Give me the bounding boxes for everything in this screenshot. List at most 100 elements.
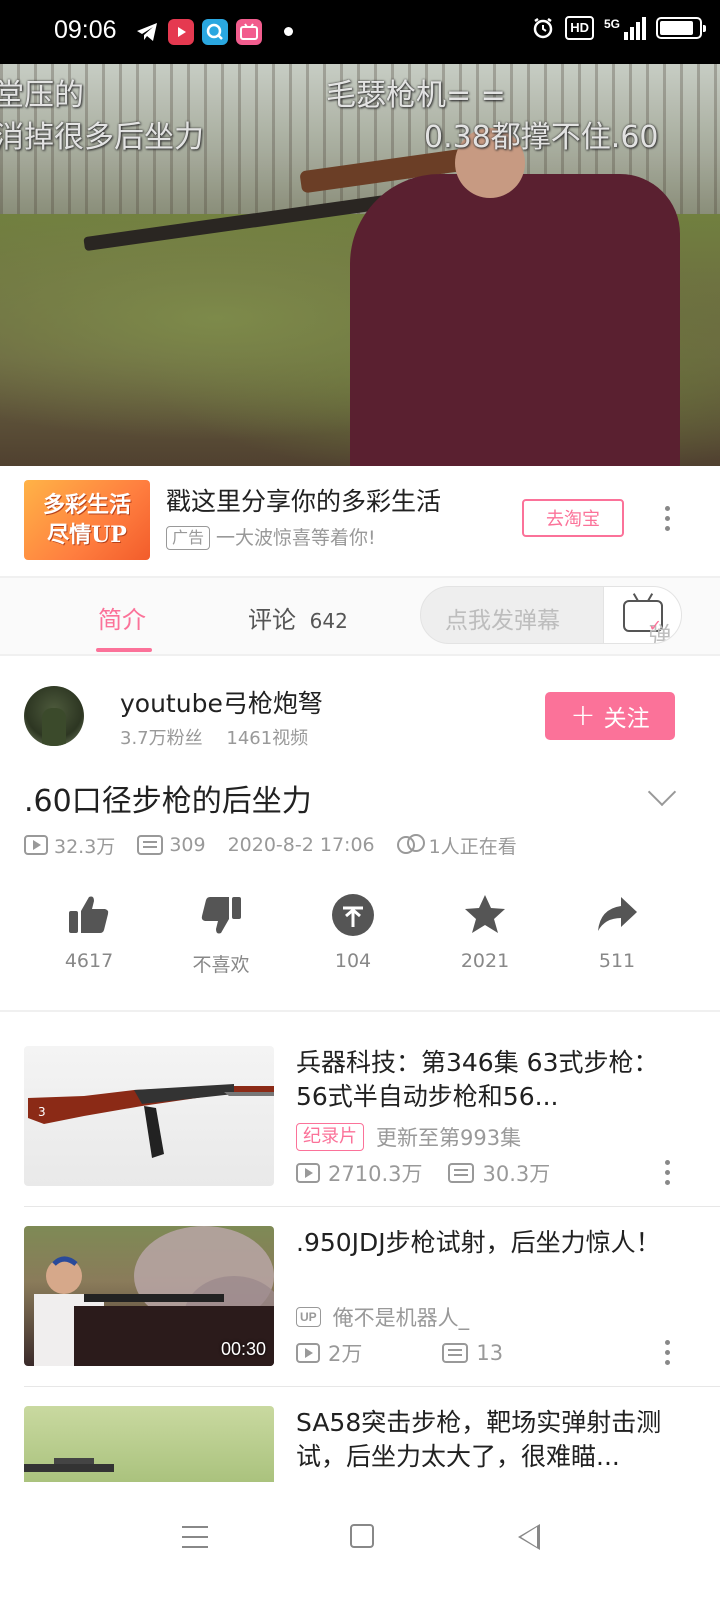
- share-count: 511: [598, 950, 636, 972]
- ad-taobao-button[interactable]: 去淘宝: [522, 499, 624, 537]
- rifle-field-image: [24, 1458, 114, 1472]
- tab-active-indicator: [96, 648, 152, 652]
- meta-date: 2020-8-2 17:06: [228, 834, 375, 856]
- like-button[interactable]: 4617: [24, 890, 154, 972]
- danmaku-text: 0.38都撑不住.60: [424, 120, 659, 155]
- tab-bar: 简介 评论 642 点我发弹幕 弹 ✓: [0, 578, 720, 654]
- recommend-views: 2710.3万: [296, 1158, 422, 1188]
- back-icon[interactable]: [518, 1524, 540, 1550]
- dislike-button[interactable]: 不喜欢: [156, 890, 286, 977]
- coin-icon: [331, 890, 375, 940]
- thumbs-up-icon: [67, 890, 111, 940]
- alarm-icon: [533, 17, 553, 39]
- up-badge: UP: [296, 1307, 321, 1327]
- danmaku-input-placeholder: 点我发弹幕: [445, 608, 560, 634]
- home-icon[interactable]: [350, 1524, 374, 1548]
- divider: [0, 1010, 720, 1012]
- share-icon: [595, 890, 639, 940]
- recommend-thumbnail[interactable]: 00:30: [24, 1226, 274, 1366]
- danmaku-count: 30.3万: [482, 1162, 551, 1186]
- recommend-item[interactable]: 3 兵器科技：第346集 63式步枪：56式半自动步枪和56... 纪录片 更新…: [0, 1046, 720, 1226]
- views-count: 2710.3万: [328, 1162, 423, 1186]
- recommend-title[interactable]: 兵器科技：第346集 63式步枪：56式半自动步枪和56...: [296, 1046, 686, 1114]
- follow-button[interactable]: + 关注: [545, 692, 675, 740]
- divider: [24, 1206, 720, 1207]
- favorite-count: 2021: [460, 950, 510, 972]
- tab-comments[interactable]: 评论 642: [248, 600, 348, 635]
- divider: [0, 654, 720, 656]
- danmaku-input[interactable]: 点我发弹幕 弹 ✓: [420, 586, 682, 644]
- ad-subtitle: 一大波惊喜等着你!: [216, 527, 376, 549]
- meta-watching: 1人正在看: [396, 832, 517, 859]
- favorite-button[interactable]: 2021: [420, 890, 550, 972]
- like-count: 4617: [64, 950, 114, 972]
- star-icon: [463, 890, 507, 940]
- battery-icon: [656, 17, 706, 39]
- play-count-icon: [24, 835, 48, 855]
- recommend-danmaku: 30.3万: [448, 1158, 550, 1188]
- coin-button[interactable]: 104: [288, 890, 418, 972]
- system-nav-bar: [0, 1482, 720, 1600]
- bilibili-search-icon: [202, 19, 228, 45]
- uploader-name[interactable]: youtube弓枪炮弩: [120, 684, 323, 720]
- tab-intro[interactable]: 简介: [98, 600, 146, 635]
- more-icon[interactable]: [664, 1340, 670, 1365]
- uploader-avatar[interactable]: [24, 686, 84, 746]
- coin-count: 104: [334, 950, 372, 972]
- ad-image-text: 多彩生活: [42, 492, 131, 518]
- recommend-item[interactable]: 00:30 .950JDJ步枪试射，后坐力惊人！ UP 俺不是机器人_ 2万 1…: [0, 1226, 720, 1406]
- recommend-views: 2万: [296, 1338, 362, 1368]
- tab-comments-label: 评论: [248, 606, 296, 634]
- views-count: 2万: [328, 1342, 363, 1366]
- status-bar: 09:06 HD 5G: [0, 0, 720, 64]
- meta-views: 32.3万: [24, 832, 115, 859]
- ad-badge: 广告: [166, 526, 211, 550]
- ad-title[interactable]: 戳这里分享你的多彩生活: [166, 482, 441, 518]
- bilibili-icon: [236, 19, 262, 45]
- signal-icon: 5G: [604, 16, 646, 40]
- recommend-thumbnail[interactable]: 3: [24, 1046, 274, 1186]
- recommend-danmaku: 13: [442, 1341, 503, 1365]
- status-right: HD 5G: [531, 16, 706, 40]
- dislike-label: 不喜欢: [192, 954, 250, 976]
- danmaku-count-icon: [137, 835, 164, 855]
- danmaku-tv-icon: 弹 ✓: [622, 600, 672, 643]
- chevron-down-icon[interactable]: [647, 777, 677, 807]
- ad-banner[interactable]: 多彩生活 尽情UP 戳这里分享你的多彩生活 广告 一大波惊喜等着你! 去淘宝: [0, 466, 720, 578]
- play-count-icon: [296, 1343, 320, 1363]
- danmaku-text: 消掉很多后坐力: [0, 120, 204, 155]
- tab-comments-count: 642: [309, 609, 348, 633]
- video-player[interactable]: 堂压的 消掉很多后坐力 毛瑟枪机= = 0.38都撑不住.60: [0, 64, 720, 466]
- recommend-title[interactable]: .950JDJ步枪试射，后坐力惊人！: [296, 1226, 686, 1260]
- uploader-stats: 3.7万粉丝 1461视频: [120, 724, 308, 750]
- uploader-fans: 3.7万粉丝: [120, 728, 203, 749]
- share-button[interactable]: 511: [552, 890, 682, 972]
- follow-label: 关注: [603, 706, 650, 732]
- video-title: .60口径步枪的后坐力: [24, 784, 312, 819]
- status-time: 09:06: [54, 16, 117, 44]
- recommend-title[interactable]: SA58突击步枪，靶场实弹射击测试，后坐力太大了，很难瞄...: [296, 1406, 686, 1474]
- more-icon[interactable]: [664, 1160, 670, 1185]
- documentary-tag: 纪录片: [296, 1123, 364, 1151]
- watching-icon: [396, 834, 425, 856]
- youtube-icon: [168, 19, 194, 45]
- danmaku-text: 毛瑟枪机= =: [326, 78, 506, 113]
- recommend-meta: UP 俺不是机器人_: [296, 1302, 469, 1332]
- ad-image[interactable]: 多彩生活 尽情UP: [24, 480, 150, 560]
- danmaku-count-icon: [448, 1163, 475, 1183]
- publish-date: 2020-8-2 17:06: [227, 834, 375, 856]
- recommend-thumbnail[interactable]: [24, 1406, 274, 1482]
- ad-image-text: 尽情UP: [47, 522, 127, 548]
- menu-icon[interactable]: [182, 1526, 208, 1548]
- watching-count: 1人正在看: [428, 835, 517, 858]
- thumbs-down-icon: [199, 890, 243, 940]
- recommend-uploader[interactable]: 俺不是机器人_: [333, 1302, 470, 1332]
- recommend-item[interactable]: SA58突击步枪，靶场实弹射击测试，后坐力太大了，很难瞄...: [0, 1406, 720, 1482]
- play-count-icon: [296, 1163, 320, 1183]
- video-duration: 00:30: [220, 1339, 266, 1359]
- ad-more-icon[interactable]: [664, 506, 670, 531]
- danmaku-count: 13: [476, 1341, 504, 1365]
- danmaku-toggle-button[interactable]: 弹 ✓: [603, 587, 681, 643]
- plus-icon: +: [570, 698, 596, 733]
- recommend-stats: 2710.3万 30.3万: [296, 1158, 550, 1188]
